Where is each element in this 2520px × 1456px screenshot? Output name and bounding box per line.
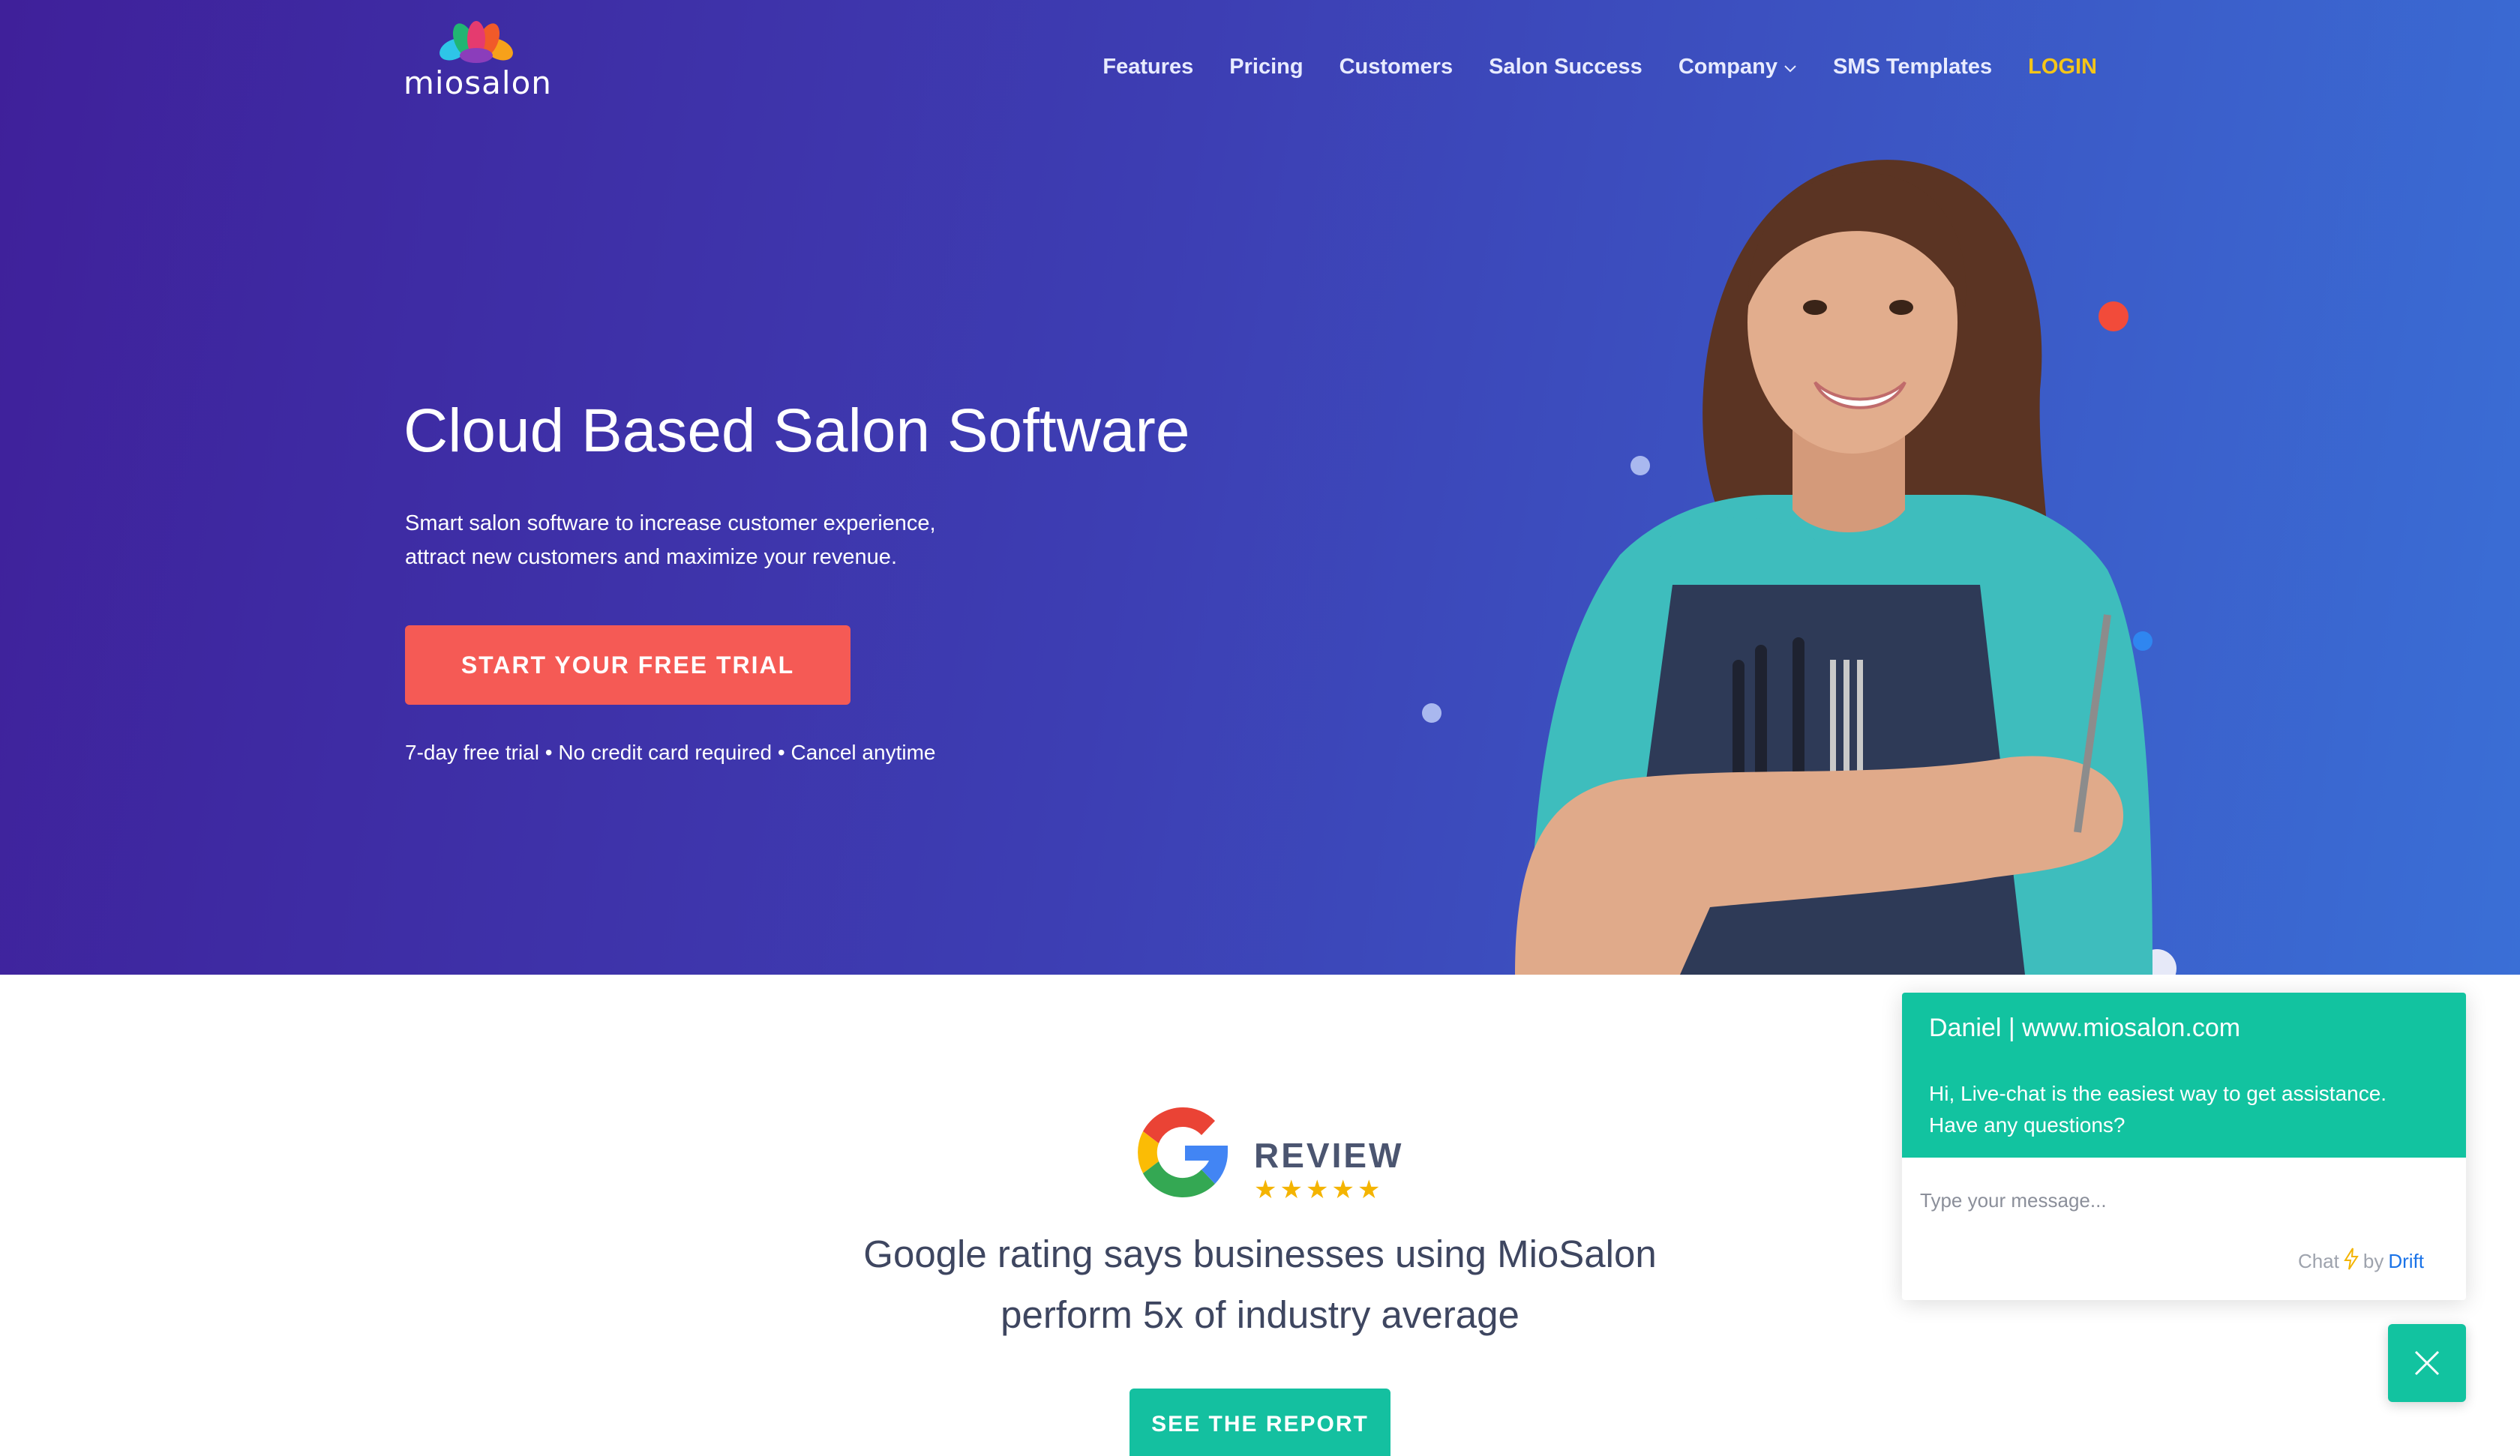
main-nav: Features Pricing Customers Salon Success… — [1102, 48, 2097, 85]
nav-features[interactable]: Features — [1102, 55, 1193, 79]
star-icon: ★ — [1254, 1176, 1277, 1204]
nav-company-label: Company — [1678, 54, 1778, 79]
miosalon-logo[interactable]: miosalon — [404, 21, 554, 101]
nav-company[interactable]: Company — [1678, 55, 1797, 79]
nav-customers[interactable]: Customers — [1340, 55, 1454, 79]
decorative-dot — [1422, 703, 1442, 723]
chat-agent-name: Daniel | www.miosalon.com — [1929, 1014, 2241, 1042]
nav-login[interactable]: LOGIN — [2028, 55, 2097, 79]
hero-subtitle-line: attract new customers and maximize your … — [405, 545, 897, 569]
rating-stars: ★ ★ ★ ★ ★ — [1254, 1177, 1380, 1203]
lightning-bolt-icon — [2344, 1248, 2359, 1275]
rating-statement-line: Google rating says businesses using MioS… — [863, 1233, 1657, 1275]
hero-title: Cloud Based Salon Software — [404, 397, 1190, 465]
see-the-report-button[interactable]: SEE THE REPORT — [1130, 1389, 1390, 1456]
drift-link[interactable]: Drift — [2388, 1250, 2424, 1273]
chat-welcome-message: Hi, Live-chat is the easiest way to get … — [1929, 1078, 2439, 1141]
chat-header: Daniel | www.miosalon.com Hi, Live-chat … — [1902, 993, 2466, 1158]
rating-statement: Google rating says businesses using MioS… — [750, 1224, 1770, 1345]
stylist-illustration — [1515, 160, 2152, 975]
nav-salon-success[interactable]: Salon Success — [1489, 55, 1642, 79]
review-label: REVIEW — [1254, 1136, 1404, 1175]
hero-subtitle-line: Smart salon software to increase custome… — [405, 511, 936, 535]
chevron-down-icon — [1784, 55, 1797, 79]
star-icon: ★ — [1357, 1176, 1381, 1204]
nav-sms-templates[interactable]: SMS Templates — [1833, 55, 1992, 79]
chat-message-input[interactable] — [1920, 1189, 2445, 1212]
start-free-trial-button[interactable]: START YOUR FREE TRIAL — [405, 625, 850, 705]
chat-message-line: Have any questions? — [1929, 1113, 2126, 1137]
chat-close-button[interactable] — [2388, 1324, 2466, 1402]
star-icon: ★ — [1331, 1176, 1354, 1204]
trial-note: 7-day free trial • No credit card requir… — [405, 741, 936, 764]
chat-message-line: Hi, Live-chat is the easiest way to get … — [1929, 1082, 2387, 1105]
nav-pricing[interactable]: Pricing — [1229, 55, 1303, 79]
lotus-logo-icon — [440, 21, 513, 63]
chat-brand-by: by — [2362, 1250, 2384, 1272]
google-g-icon — [1138, 1107, 1228, 1198]
hero-subtitle: Smart salon software to increase custome… — [405, 507, 990, 574]
live-chat-widget: Daniel | www.miosalon.com Hi, Live-chat … — [1902, 993, 2466, 1300]
rating-statement-line: perform 5x of industry average — [1000, 1293, 1520, 1336]
star-icon: ★ — [1280, 1176, 1303, 1204]
hero-section: miosalon Features Pricing Customers Salo… — [0, 0, 2520, 975]
google-review-badge: REVIEW ★ ★ ★ ★ ★ — [1126, 1096, 1401, 1209]
logo-wordmark: miosalon — [404, 64, 552, 101]
star-icon: ★ — [1305, 1176, 1329, 1204]
close-icon — [2414, 1350, 2440, 1376]
chat-by-drift[interactable]: Chat by Drift — [2298, 1248, 2424, 1275]
chat-brand-prefix: Chat — [2297, 1250, 2339, 1272]
